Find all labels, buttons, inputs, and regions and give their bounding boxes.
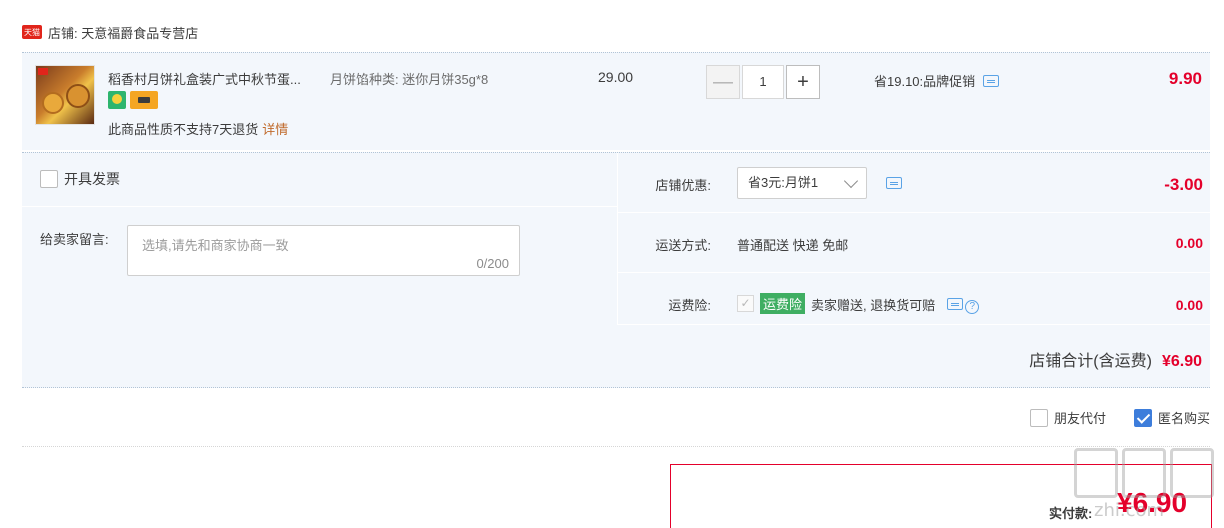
friend-pay-checkbox[interactable] xyxy=(1029,408,1048,427)
service-guarantee-icon[interactable] xyxy=(108,91,126,109)
seller-message-input[interactable]: 选填,请先和商家协商一致 0/200 xyxy=(127,225,520,276)
store-header: 天猫 店铺: 天意福爵食品专营店 xyxy=(22,22,198,42)
store-total: 店铺合计(含运费) ¥6.90 xyxy=(1029,347,1202,371)
mooncake-image xyxy=(42,92,64,114)
invoice-option[interactable]: 开具发票 xyxy=(40,169,120,189)
divider xyxy=(22,446,1210,447)
promotion-info: 省19.10:品牌促销 xyxy=(874,71,1000,90)
service-card-icon[interactable] xyxy=(130,91,158,109)
tmall-icon: 天猫 xyxy=(22,25,42,39)
invoice-row: 开具发票 xyxy=(22,153,617,207)
insurance-text: 卖家赠送, 退换货可赔 xyxy=(811,298,936,313)
chevron-down-icon xyxy=(843,173,859,189)
insurance-checkbox: ✓ xyxy=(737,295,754,312)
store-total-label: 店铺合计(含运费) xyxy=(1029,353,1152,370)
insurance-label: 运费险: xyxy=(668,298,711,313)
shipping-label: 运送方式: xyxy=(655,238,711,253)
insurance-description: 卖家赠送, 退换货可赔? xyxy=(811,295,980,314)
store-discount-row: 店铺优惠: 省3元:月饼1 -3.00 xyxy=(618,153,1211,213)
seller-message-label: 给卖家留言: xyxy=(40,232,109,247)
message-placeholder: 选填,请先和商家协商一致 xyxy=(142,238,289,253)
brand-logo-icon xyxy=(38,68,48,75)
anonymous-purchase-option[interactable]: 匿名购买 xyxy=(1133,408,1210,427)
product-sku: 月饼馅种类: 迷你月饼35g*8 xyxy=(330,72,489,87)
comment-icon[interactable] xyxy=(983,74,1000,87)
order-options: 开具发票 给卖家留言: 选填,请先和商家协商一致 0/200 店铺优惠: 省3元… xyxy=(22,152,1211,388)
quantity-stepper: — 1 + xyxy=(706,65,820,99)
return-policy-text: 此商品性质不支持7天退货 xyxy=(108,122,259,137)
shipping-method: 普通配送 快递 免邮 xyxy=(737,238,849,253)
item-subtotal: 9.90 xyxy=(1168,69,1202,88)
insurance-tag: 运费险 xyxy=(760,293,806,314)
mooncake-image xyxy=(66,84,90,108)
promotion-text: 省19.10:品牌促销 xyxy=(874,74,976,89)
product-thumbnail[interactable] xyxy=(35,65,95,125)
friend-pay-label: 朋友代付 xyxy=(1053,411,1106,426)
product-title[interactable]: 稻香村月饼礼盒装广式中秋节蛋... xyxy=(108,69,301,88)
shipping-row: 运送方式: 普通配送 快递 免邮 0.00 xyxy=(618,213,1211,273)
details-link[interactable]: 详情 xyxy=(262,122,288,137)
anonymous-purchase-label: 匿名购买 xyxy=(1157,411,1210,426)
help-icon[interactable]: ? xyxy=(965,299,980,314)
store-discount-select[interactable]: 省3元:月饼1 xyxy=(737,167,867,199)
order-right-column: 店铺优惠: 省3元:月饼1 -3.00 运送方式: 普通配送 快递 免邮 0.0… xyxy=(617,153,1211,325)
anonymous-purchase-checkbox[interactable] xyxy=(1133,408,1152,427)
payment-amount: ¥6.90 xyxy=(1117,487,1188,518)
invoice-checkbox[interactable] xyxy=(40,170,58,188)
comment-icon[interactable] xyxy=(947,298,964,310)
store-name[interactable]: 店铺: 天意福爵食品专营店 xyxy=(48,23,198,42)
service-icons xyxy=(108,91,158,109)
friend-pay-option[interactable]: 朋友代付 xyxy=(1029,408,1106,427)
quantity-increase-button[interactable]: + xyxy=(786,65,820,99)
shipping-amount: 0.00 xyxy=(1175,235,1203,251)
order-left-column: 开具发票 给卖家留言: 选填,请先和商家协商一致 0/200 xyxy=(22,153,617,325)
comment-icon[interactable] xyxy=(886,177,902,189)
store-discount-value: 省3元:月饼1 xyxy=(748,175,819,190)
invoice-label: 开具发票 xyxy=(64,171,120,187)
message-char-count: 0/200 xyxy=(476,256,509,271)
store-total-value: ¥6.90 xyxy=(1161,353,1202,370)
payment-label: 实付款: xyxy=(1049,506,1093,521)
checkout-extras: 朋友代付 匿名购买 xyxy=(1002,408,1210,427)
quantity-decrease-button[interactable]: — xyxy=(706,65,740,99)
payment-summary: 实付款: ¥6.90 xyxy=(670,464,1212,528)
unit-price: 29.00 xyxy=(598,69,634,85)
insurance-amount: 0.00 xyxy=(1175,297,1203,313)
return-policy-note: 此商品性质不支持7天退货 详情 xyxy=(108,119,288,138)
store-discount-amount: -3.00 xyxy=(1164,175,1203,194)
quantity-input[interactable]: 1 xyxy=(742,65,784,99)
store-discount-label: 店铺优惠: xyxy=(655,178,711,193)
shipping-insurance-row: 运费险: ✓ 运费险 卖家赠送, 退换货可赔? 0.00 xyxy=(618,273,1211,325)
cart-item-row: 稻香村月饼礼盒装广式中秋节蛋... 月饼馅种类: 迷你月饼35g*8 此商品性质… xyxy=(22,52,1210,150)
